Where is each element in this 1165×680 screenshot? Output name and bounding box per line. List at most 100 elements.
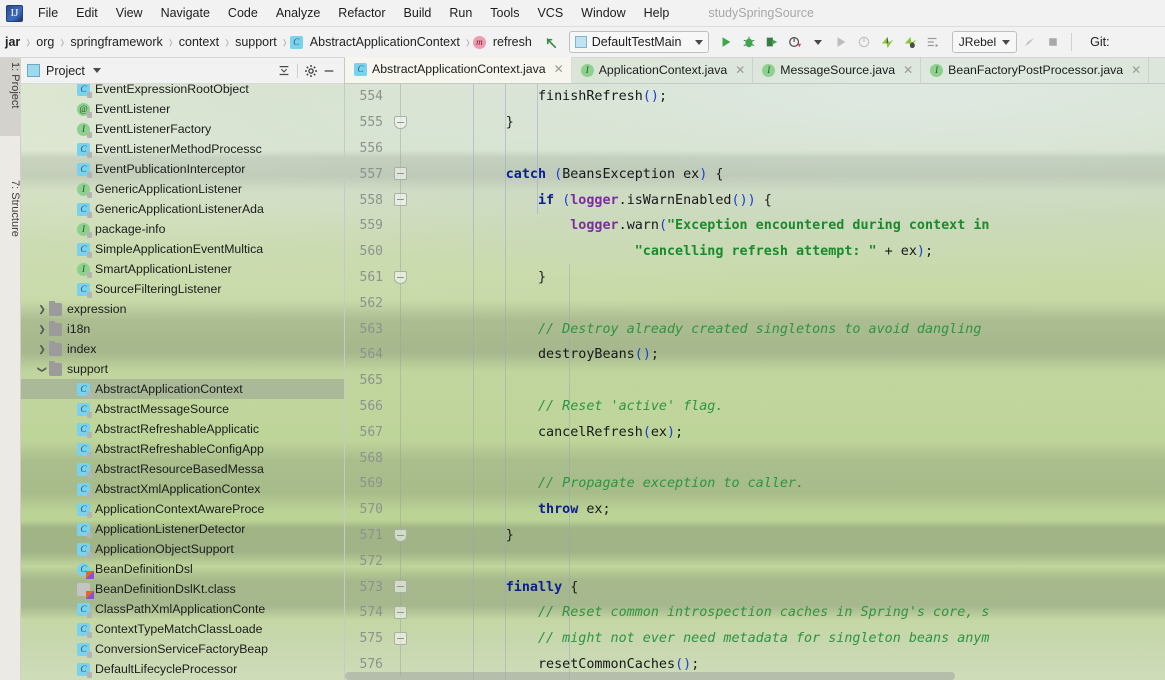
tree-item[interactable]: C AbstractApplicationContext xyxy=(21,379,344,399)
fold-gutter[interactable] xyxy=(392,522,409,549)
profile-dropdown-icon[interactable] xyxy=(808,32,829,53)
close-icon[interactable]: ✕ xyxy=(735,63,745,77)
tree-item[interactable]: Ipackage-info xyxy=(21,219,344,239)
editor-tab[interactable]: C AbstractApplicationContext.java ✕ xyxy=(345,57,572,83)
tree-item[interactable]: C ContextTypeMatchClassLoade xyxy=(21,619,344,639)
menu-item-run[interactable]: Run xyxy=(440,2,481,24)
tree-item[interactable]: ❯ support xyxy=(21,359,344,379)
tree-item[interactable]: C AbstractRefreshableConfigApр xyxy=(21,439,344,459)
menu-item-vcs[interactable]: VCS xyxy=(528,2,572,24)
fold-marker-icon[interactable] xyxy=(394,528,407,542)
fold-gutter[interactable] xyxy=(392,393,409,420)
fold-gutter[interactable] xyxy=(392,290,409,317)
close-icon[interactable]: ✕ xyxy=(1131,63,1141,77)
tree-item[interactable]: I SmartApplicationListener xyxy=(21,259,344,279)
fold-gutter[interactable] xyxy=(392,84,409,110)
chevron-down-icon[interactable] xyxy=(92,68,101,73)
fold-gutter[interactable] xyxy=(392,161,409,188)
fold-gutter[interactable] xyxy=(392,548,409,575)
editor-tab[interactable]: I MessageSource.java ✕ xyxy=(753,57,922,83)
breadcrumb-item-jar[interactable]: jar xyxy=(2,34,23,50)
tree-item[interactable]: C ClassPathXmlApplicationConte xyxy=(21,599,344,619)
breadcrumb-item-springframework[interactable]: springframework xyxy=(67,34,165,50)
tree-item[interactable]: C EventListenerMethodProcessc xyxy=(21,139,344,159)
tree-item[interactable]: C SourceFilteringListener xyxy=(21,279,344,299)
editor-tab[interactable]: I ApplicationContext.java ✕ xyxy=(572,57,754,83)
menu-item-build[interactable]: Build xyxy=(395,2,441,24)
fold-marker-icon[interactable] xyxy=(394,167,407,181)
breadcrumb-item-context[interactable]: context xyxy=(176,34,222,50)
fold-gutter[interactable] xyxy=(392,496,409,523)
menu-item-refactor[interactable]: Refactor xyxy=(329,2,394,24)
fold-marker-icon[interactable] xyxy=(394,193,407,207)
horizontal-scrollbar[interactable] xyxy=(345,672,955,680)
jrebel-debug-icon[interactable] xyxy=(900,32,921,53)
run-with-coverage-button[interactable] xyxy=(762,32,783,53)
jrebel-list-icon[interactable] xyxy=(923,32,944,53)
fold-gutter[interactable] xyxy=(392,470,409,497)
run-configuration-selector[interactable]: DefaultTestMain xyxy=(568,31,709,53)
fold-marker-icon[interactable] xyxy=(394,115,407,129)
fold-marker-icon[interactable] xyxy=(394,580,407,594)
chevron-right-icon[interactable]: ❯ xyxy=(35,324,49,335)
menu-item-view[interactable]: View xyxy=(107,2,152,24)
menu-item-tools[interactable]: Tools xyxy=(481,2,528,24)
run-button[interactable] xyxy=(716,32,737,53)
jrebel-run-icon[interactable] xyxy=(877,32,898,53)
fold-marker-icon[interactable] xyxy=(394,605,407,619)
menu-item-navigate[interactable]: Navigate xyxy=(152,2,219,24)
menu-item-edit[interactable]: Edit xyxy=(67,2,107,24)
fold-gutter[interactable] xyxy=(392,574,409,600)
tree-item[interactable]: ❯ index xyxy=(21,339,344,359)
fold-gutter[interactable] xyxy=(392,625,409,652)
sidebar-item-project[interactable]: 1: Project xyxy=(0,58,21,136)
tree-item[interactable]: C AbstractXmlApplicationContex xyxy=(21,479,344,499)
fold-gutter[interactable] xyxy=(392,419,409,446)
tree-item[interactable]: BeanDefinitionDslKt.class xyxy=(21,579,344,599)
gear-icon[interactable] xyxy=(302,62,320,80)
breadcrumb-item-org[interactable]: org xyxy=(33,34,57,50)
fold-gutter[interactable] xyxy=(392,599,409,626)
breadcrumb-item-support[interactable]: support xyxy=(232,34,280,50)
tree-item[interactable]: C EventExpressionRootObject xyxy=(21,84,344,99)
menu-item-analyze[interactable]: Analyze xyxy=(267,2,329,24)
sidebar-item-structure[interactable]: 7: Structure xyxy=(0,176,21,268)
tree-item[interactable]: C AbstractResourceBasedMessa xyxy=(21,459,344,479)
tree-item[interactable]: @ EventListener xyxy=(21,99,344,119)
tree-item[interactable]: C AbstractRefreshableApplicatic xyxy=(21,419,344,439)
tree-item[interactable]: C BeanDefinitionDsl xyxy=(21,559,344,579)
fold-gutter[interactable] xyxy=(392,135,409,162)
fold-gutter[interactable] xyxy=(392,367,409,394)
project-tree[interactable]: C EventExpressionRootObject @ EventListene… xyxy=(21,84,344,680)
collapse-all-icon[interactable] xyxy=(275,62,293,80)
chevron-right-icon[interactable]: ❯ xyxy=(35,304,49,315)
menu-item-file[interactable]: File xyxy=(29,2,67,24)
tree-item[interactable]: C SimpleApplicationEventMultica xyxy=(21,239,344,259)
fold-gutter[interactable] xyxy=(392,212,409,239)
menu-item-window[interactable]: Window xyxy=(572,2,634,24)
fold-gutter[interactable] xyxy=(392,187,409,213)
fold-gutter[interactable] xyxy=(392,316,409,342)
debug-button[interactable] xyxy=(739,32,760,53)
tree-item[interactable]: ❯ expression xyxy=(21,299,344,319)
menu-item-code[interactable]: Code xyxy=(219,2,267,24)
menu-item-help[interactable]: Help xyxy=(635,2,679,24)
chevron-down-icon[interactable]: ❯ xyxy=(37,362,48,376)
fold-marker-icon[interactable] xyxy=(394,631,407,645)
tree-item[interactable]: I GenericApplicationListener xyxy=(21,179,344,199)
chevron-down-icon[interactable] xyxy=(1002,39,1011,45)
fold-marker-icon[interactable] xyxy=(394,270,407,284)
tree-item[interactable]: C ConversionServiceFactoryBeaр xyxy=(21,639,344,659)
tree-item[interactable]: C GenericApplicationListenerAdа xyxy=(21,199,344,219)
navigate-back-icon[interactable] xyxy=(541,32,562,53)
code-editor[interactable]: 554 finishRefresh(); 555 } 556 557 catch (B… xyxy=(345,84,1165,680)
close-icon[interactable]: ✕ xyxy=(554,62,564,76)
fold-gutter[interactable] xyxy=(392,264,409,291)
fold-gutter[interactable] xyxy=(392,109,409,136)
minimize-icon[interactable] xyxy=(320,62,338,80)
fold-gutter[interactable] xyxy=(392,238,409,265)
tree-item[interactable]: C ApplicationObjectSupport xyxy=(21,539,344,559)
editor-tab[interactable]: I BeanFactoryPostProcessor.java ✕ xyxy=(921,57,1150,83)
chevron-right-icon[interactable]: ❯ xyxy=(35,344,49,355)
profile-button[interactable] xyxy=(785,32,806,53)
